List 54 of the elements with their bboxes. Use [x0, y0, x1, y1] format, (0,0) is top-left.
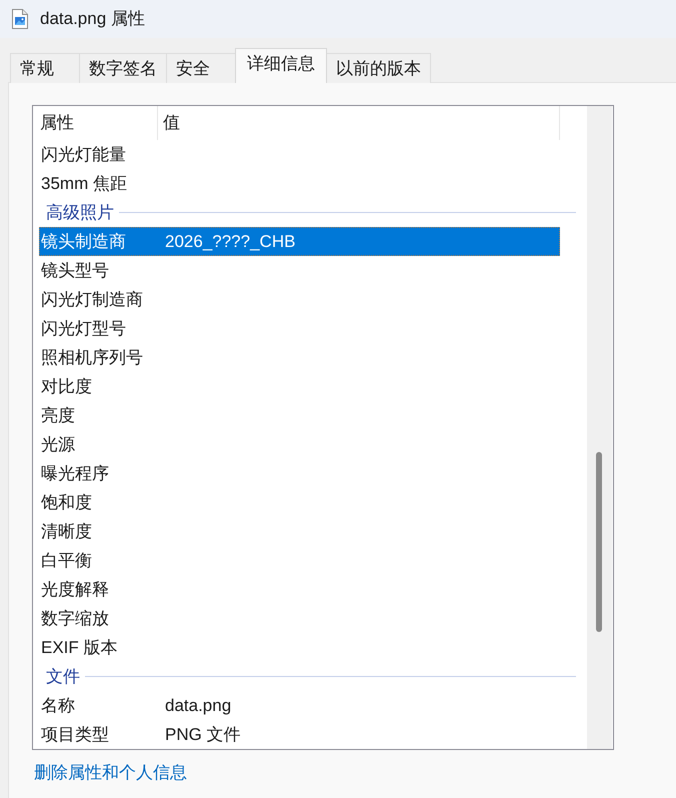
tab[interactable]: 以前的版本 [326, 53, 431, 83]
tab[interactable]: 详细信息 [235, 48, 327, 83]
property-row[interactable]: 对比度 [39, 372, 560, 401]
property-name: 饱和度 [40, 492, 93, 514]
property-name: 对比度 [40, 376, 93, 398]
property-name: 光度解释 [40, 579, 110, 601]
column-header[interactable]: 属性 [33, 106, 158, 140]
property-row[interactable]: 项目类型 PNG 文件 [39, 720, 560, 749]
property-row[interactable]: EXIF 版本 [39, 633, 560, 662]
property-row[interactable]: 镜头型号 [39, 256, 560, 285]
property-value: PNG 文件 [165, 724, 241, 746]
property-name: 光源 [40, 434, 76, 456]
property-name: 闪光灯能量 [40, 144, 127, 166]
property-name: 数字缩放 [40, 608, 110, 630]
property-row[interactable]: 闪光灯能量 [39, 140, 560, 169]
property-row[interactable]: 35mm 焦距 [39, 169, 560, 198]
property-row[interactable]: 光度解释 [39, 575, 560, 604]
group-header: 文件 [45, 666, 80, 688]
property-row[interactable]: 闪光灯制造商 [39, 285, 560, 314]
property-name: EXIF 版本 [40, 637, 119, 659]
column-header[interactable]: 值 [158, 106, 560, 140]
property-row[interactable]: 闪光灯型号 [39, 314, 560, 343]
window-title: data.png 属性 [40, 8, 145, 30]
scrollbar-thumb[interactable] [596, 452, 602, 632]
property-name: 曝光程序 [40, 463, 110, 485]
tab[interactable]: 安全 [166, 53, 236, 83]
property-name: 闪光灯型号 [40, 318, 127, 340]
property-name: 镜头型号 [40, 260, 110, 282]
property-row[interactable]: 镜头制造商 2026_????_CHB [39, 227, 560, 256]
tab[interactable]: 数字签名 [79, 53, 167, 83]
property-name: 镜头制造商 [40, 231, 127, 253]
property-name: 名称 [40, 695, 76, 717]
property-row[interactable]: 白平衡 [39, 546, 560, 575]
property-row[interactable]: 饱和度 [39, 488, 560, 517]
tab[interactable]: 常规 [10, 53, 80, 83]
property-name: 白平衡 [40, 550, 93, 572]
property-row[interactable]: 名称 data.png [39, 691, 560, 720]
property-row[interactable]: 光源 [39, 430, 560, 459]
property-row[interactable]: 亮度 [39, 401, 560, 430]
property-row[interactable]: 曝光程序 [39, 459, 560, 488]
property-row[interactable]: 清晰度 [39, 517, 560, 546]
property-value: data.png [165, 695, 232, 717]
property-row[interactable]: 数字缩放 [39, 604, 560, 633]
property-name: 闪光灯制造商 [40, 289, 144, 311]
property-name: 照相机序列号 [40, 347, 144, 369]
remove-properties-link[interactable]: 删除属性和个人信息 [34, 762, 187, 784]
property-name: 项目类型 [40, 724, 110, 746]
property-row[interactable]: 照相机序列号 [39, 343, 560, 372]
property-name: 亮度 [40, 405, 76, 427]
property-name: 清晰度 [40, 521, 93, 543]
property-name: 35mm 焦距 [40, 173, 128, 195]
image-file-icon [12, 9, 28, 29]
group-header: 高级照片 [45, 202, 114, 224]
property-value: 2026_????_CHB [165, 231, 296, 253]
